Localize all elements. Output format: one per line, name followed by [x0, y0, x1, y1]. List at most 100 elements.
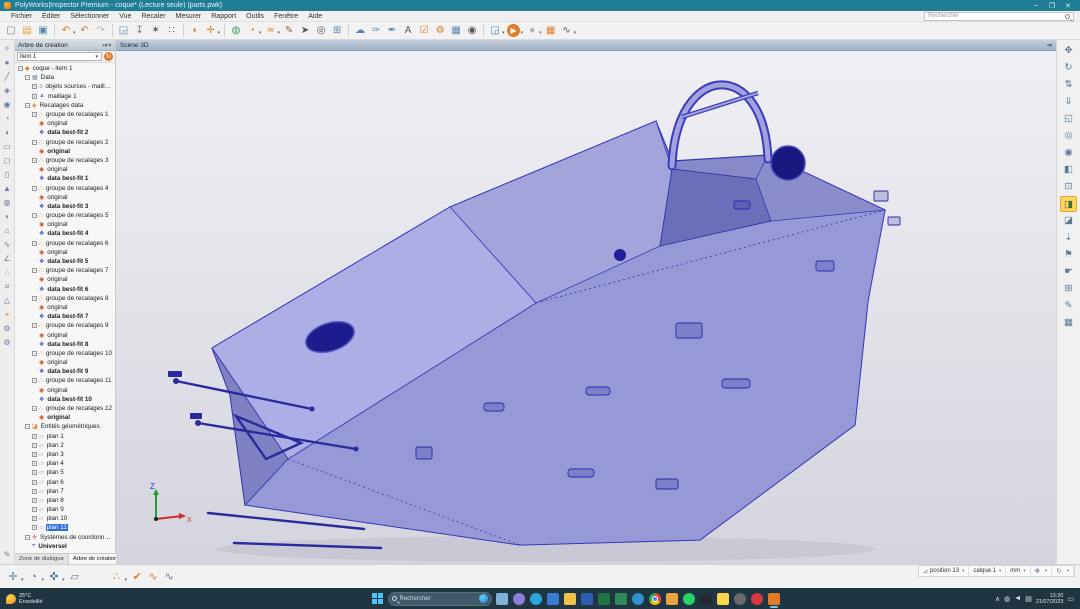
app-teamviewer[interactable] [632, 593, 644, 605]
tree-node-groupe-de-recalages-12[interactable]: −∴groupe de recalages 12 [15, 404, 115, 413]
item-selector[interactable]: item 1 ▼ [17, 52, 102, 61]
right-annotation-flag[interactable]: ⚑ [1060, 247, 1077, 263]
tray-volume[interactable]: ◄ [1014, 595, 1021, 602]
right-align-view[interactable]: ⇅ [1060, 77, 1077, 93]
left-feature-line[interactable]: ╱ [1, 70, 14, 84]
tree-expander[interactable]: − [25, 103, 30, 108]
tree-node-groupe-de-recalages-9[interactable]: −∴groupe de recalages 9 [15, 321, 115, 330]
tree-node-plan-11[interactable]: +▱plan 11 [15, 523, 115, 532]
tree-node-data-best-fit-5[interactable]: ❖data best-fit 5 [15, 257, 115, 266]
bottom-clapper[interactable]: ▱ [67, 570, 83, 583]
probe-device-dropdown-icon[interactable]: ▾ [218, 30, 221, 36]
start-button[interactable] [372, 593, 384, 605]
tree-node-data-best-fit-7[interactable]: ❖data best-fit 7 [15, 312, 115, 321]
tree-node-original[interactable]: ◉original [15, 275, 115, 284]
app-opera[interactable] [751, 593, 763, 605]
tree-expander[interactable]: − [25, 75, 30, 80]
right-colormap-toggle[interactable]: ◨ [1060, 196, 1077, 212]
tree-node-data-best-fit-3[interactable]: ❖data best-fit 3 [15, 202, 115, 211]
right-texture-spray[interactable]: ⇣ [1060, 230, 1077, 246]
tree-expander[interactable]: + [32, 489, 37, 494]
toolbar-redo[interactable]: ↷ [93, 23, 108, 38]
tree-expander[interactable]: − [32, 378, 37, 383]
tree-close-button[interactable]: ✕ [107, 43, 112, 49]
tray-network[interactable]: ◍ [1004, 595, 1010, 603]
toolbar-deviation-compare[interactable]: ◔ [245, 23, 260, 38]
left-feature-ellipse[interactable]: ◖ [1, 126, 14, 140]
cross-section-dropdown-icon[interactable]: ▾ [278, 30, 281, 36]
tree-expander[interactable]: + [32, 461, 37, 466]
undo-dropdown-icon[interactable]: ▾ [73, 30, 76, 36]
tree-expander[interactable]: − [32, 296, 37, 301]
layer-selector[interactable]: calque 1▾ [969, 566, 1006, 576]
tree-node-systemes-de-coordonnees[interactable]: −✛Systèmes de coordonnées [15, 533, 115, 542]
tree-expander[interactable]: − [32, 186, 37, 191]
app-task-view[interactable] [496, 593, 508, 605]
left-feature-polygon[interactable]: ⌂ [1, 224, 14, 238]
play-macro-dropdown-icon[interactable]: ▾ [521, 30, 524, 36]
menu-fenetre[interactable]: Fenêtre [269, 13, 303, 20]
tree-node-groupe-de-recalages-5[interactable]: −∴groupe de recalages 5 [15, 211, 115, 220]
right-move-mode[interactable]: ✥ [1060, 43, 1077, 59]
tree-expander[interactable]: − [32, 351, 37, 356]
toolbar-colormap-globe[interactable]: ◍ [229, 23, 244, 38]
chart-report-dropdown-icon[interactable]: ▾ [574, 30, 577, 36]
app-polyworks[interactable] [768, 593, 780, 605]
left-feature-circle[interactable]: ◉ [1, 98, 14, 112]
menu-vue[interactable]: Vue [114, 13, 136, 20]
app-excel[interactable] [598, 593, 610, 605]
toolbar-play-macro[interactable]: ▶ [507, 24, 520, 37]
cluster-measure-dropdown-icon[interactable]: ▾ [125, 577, 128, 583]
right-zoom-window[interactable]: ◎ [1060, 128, 1077, 144]
taskbar-clock[interactable]: 13:20 21/07/2023 [1036, 593, 1064, 605]
probe-adjust-dropdown-icon[interactable]: ▾ [62, 577, 65, 583]
left-feature-vector[interactable]: ✧ [1, 42, 14, 56]
left-feature-gauge[interactable]: △ [1, 294, 14, 308]
toolbar-export-image[interactable]: ◲ [488, 23, 503, 38]
tree-node-data[interactable]: −▦Data [15, 73, 115, 82]
toolbar-snapshot-camera[interactable]: ◉ [465, 23, 480, 38]
tree-node-groupe-de-recalages-2[interactable]: −∴groupe de recalages 2 [15, 138, 115, 147]
tree-expander[interactable]: − [32, 213, 37, 218]
menu-rapport[interactable]: Rapport [206, 13, 241, 20]
toolbar-import-data[interactable]: ↧ [132, 23, 147, 38]
refresh-selector[interactable]: ↻▾ [1052, 566, 1074, 576]
tree-expander[interactable]: − [18, 66, 23, 71]
toolbar-report-table-add[interactable]: ⊞ [330, 23, 345, 38]
tree-expander[interactable]: − [32, 406, 37, 411]
right-visibility-eye[interactable]: ◉ [1060, 145, 1077, 161]
tree-node-original[interactable]: ◉original [15, 248, 115, 257]
units-selector[interactable]: mm▾ [1006, 566, 1030, 576]
left-feature-gear[interactable]: ⚙ [1, 322, 14, 336]
toolbar-probe-device[interactable]: ✛ [203, 23, 218, 38]
tab-arbre-de-creation[interactable]: Arbre de création [69, 554, 122, 564]
app-sticky-notes[interactable] [717, 593, 729, 605]
export-image-dropdown-icon[interactable]: ▾ [502, 30, 505, 36]
toolbar-point-pairs[interactable]: ∷ [164, 23, 179, 38]
left-feature-arc[interactable]: ◔ [1, 112, 14, 126]
tree-expander[interactable]: − [32, 158, 37, 163]
left-feature-polyline[interactable]: ∿ [1, 238, 14, 252]
bottom-cluster-measure[interactable]: ∴ [109, 570, 125, 583]
tree-expander[interactable]: + [32, 94, 37, 99]
left-feature-offset[interactable]: ⌗ [1, 280, 14, 294]
app-folder[interactable] [666, 593, 678, 605]
left-feature-cylinder[interactable]: ▯ [1, 168, 14, 182]
right-viewpoint-camera[interactable]: ⊡ [1060, 179, 1077, 195]
tree-node-data-best-fit-10[interactable]: ❖data best-fit 10 [15, 395, 115, 404]
left-probe-pen[interactable]: ✎ [1, 548, 14, 562]
app-media-player[interactable] [734, 593, 746, 605]
tree-node-plan-5[interactable]: +▱plan 5 [15, 468, 115, 477]
weather-widget[interactable]: 25°C Ensoleillé [6, 593, 156, 605]
tree-expander[interactable]: + [32, 434, 37, 439]
tree-node-universel[interactable]: ⌖Universel [15, 542, 115, 551]
tree-expander[interactable]: − [32, 268, 37, 273]
maximize-button[interactable]: ❐ [1044, 2, 1060, 10]
position-selector[interactable]: ⊿position 13▾ [919, 566, 970, 576]
tree-expander[interactable]: + [32, 443, 37, 448]
menu-selectionner[interactable]: Sélectionner [65, 13, 114, 20]
tree-node-groupe-de-recalages-1[interactable]: −∴groupe de recalages 1 [15, 110, 115, 119]
toolbar-snapshot-viewer[interactable]: ◲ [116, 23, 131, 38]
taskbar-search[interactable]: Rechercher [388, 592, 492, 606]
tree-node-original[interactable]: ◉original [15, 413, 115, 422]
